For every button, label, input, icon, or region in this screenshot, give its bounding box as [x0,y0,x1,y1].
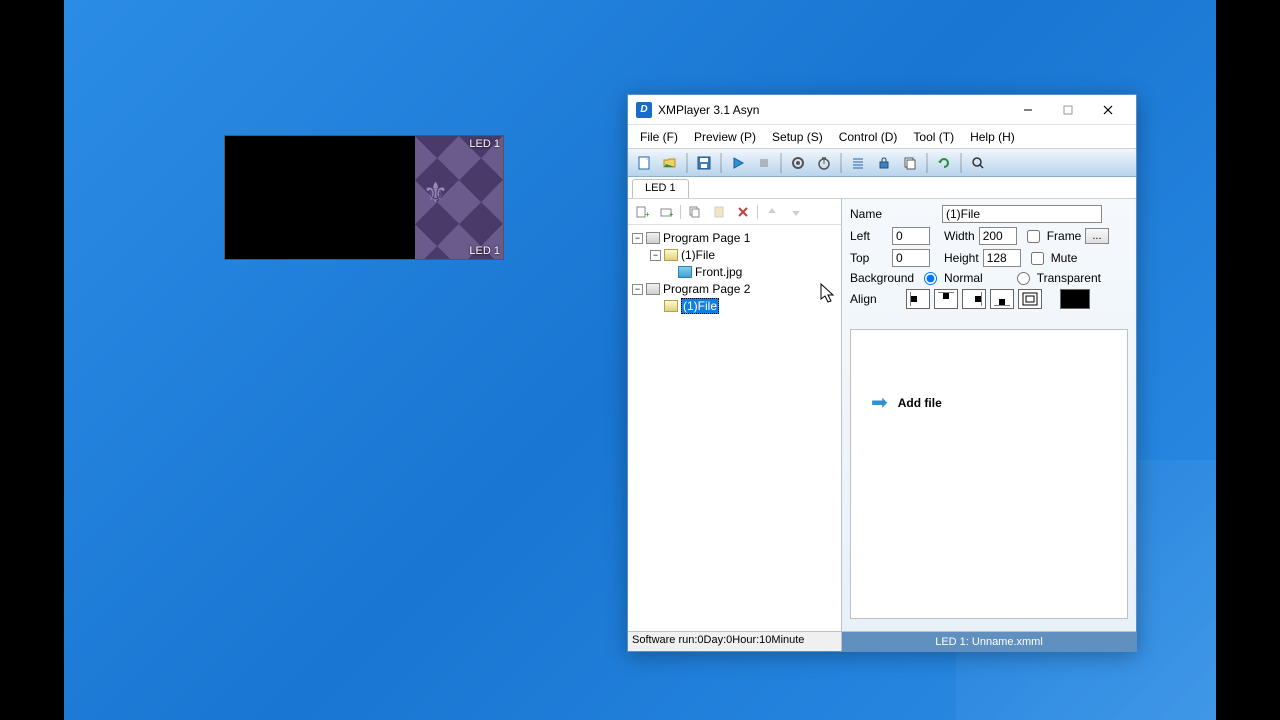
add-item-icon[interactable]: + [656,202,676,222]
delete-tree-icon[interactable] [733,202,753,222]
window-title: XMPlayer 3.1 Asyn [658,103,1008,117]
align-right-icon[interactable] [962,289,986,309]
toolbar [628,149,1136,177]
titlebar[interactable]: D XMPlayer 3.1 Asyn [628,95,1136,125]
timer-icon[interactable] [812,152,836,174]
play-icon[interactable] [726,152,750,174]
left-label: Left [850,229,888,243]
move-down-icon [786,202,806,222]
tree-node-front[interactable]: Front.jpg [632,264,837,280]
collapse-icon[interactable]: − [632,233,643,244]
frame-label: Frame [1047,229,1082,243]
folder-icon [664,249,678,261]
desktop: LED 1 LED 1 D XMPlayer 3.1 Asyn File (F)… [64,0,1216,720]
stop-icon[interactable] [752,152,776,174]
menu-preview[interactable]: Preview (P) [686,127,764,147]
tree-node-page2[interactable]: − Program Page 2 [632,281,837,297]
preview-label-bottom: LED 1 [469,245,500,257]
bg-transparent-radio[interactable] [1017,272,1030,285]
width-label: Width [944,229,975,243]
tree-label: Program Page 1 [663,231,750,245]
background-label: Background [850,271,914,285]
tree-node-file2[interactable]: (1)File [632,298,837,314]
menu-tool[interactable]: Tool (T) [905,127,962,147]
svg-text:+: + [669,210,673,219]
align-left-icon[interactable] [906,289,930,309]
tree-toolbar: + + [628,199,841,225]
arrow-right-icon: ➡ [871,390,888,415]
preview-label-top: LED 1 [469,138,500,150]
align-bottom-icon[interactable] [990,289,1014,309]
color-swatch[interactable] [1060,289,1090,309]
tree-label: Program Page 2 [663,282,750,296]
left-input[interactable] [892,227,930,245]
mute-checkbox[interactable] [1031,252,1044,265]
align-full-icon[interactable] [1018,289,1042,309]
status-file: LED 1: Unname.xmml [842,632,1136,651]
tree-node-file1[interactable]: − (1)File [632,247,837,263]
align-top-icon[interactable] [934,289,958,309]
frame-checkbox[interactable] [1027,230,1040,243]
statusbar: Software run:0Day:0Hour:10Minute LED 1: … [628,631,1136,651]
close-button[interactable] [1088,96,1128,124]
height-label: Height [944,251,979,265]
page-icon [646,283,660,295]
app-window: D XMPlayer 3.1 Asyn File (F) Preview (P)… [627,94,1137,652]
tabbar: LED 1 [628,177,1136,199]
maximize-button[interactable] [1048,96,1088,124]
collapse-icon[interactable]: − [650,250,661,261]
menu-control[interactable]: Control (D) [831,127,906,147]
name-input[interactable] [942,205,1102,223]
tree-label-selected: (1)File [681,298,719,314]
tree-label: Front.jpg [695,265,742,279]
app-icon: D [636,102,652,118]
copy-icon[interactable] [898,152,922,174]
width-input[interactable] [979,227,1017,245]
collapse-icon[interactable]: − [632,284,643,295]
open-icon[interactable] [658,152,682,174]
folder-icon [664,300,678,312]
menubar: File (F) Preview (P) Setup (S) Control (… [628,125,1136,149]
minimize-button[interactable] [1008,96,1048,124]
svg-text:+: + [645,210,649,219]
refresh-icon[interactable] [932,152,956,174]
page-icon [646,232,660,244]
gear-icon[interactable] [786,152,810,174]
browse-button[interactable]: ... [1085,228,1108,244]
bg-transparent-label: Transparent [1037,271,1101,285]
properties-pane: Name Left Width Frame ... Top [842,199,1136,631]
add-file-button[interactable]: ➡ Add file [871,390,1107,415]
status-runtime: Software run:0Day:0Hour:10Minute [628,632,842,651]
tree-label: (1)File [681,248,715,262]
top-label: Top [850,251,888,265]
image-file-icon [678,266,692,278]
bg-normal-radio[interactable] [924,272,937,285]
search-icon[interactable] [966,152,990,174]
add-file-label: Add file [898,396,942,410]
copy-tree-icon[interactable] [685,202,705,222]
preview-window[interactable]: LED 1 LED 1 [224,135,504,260]
tree-pane: + + − Program Page 1 [628,199,842,631]
add-page-icon[interactable]: + [632,202,652,222]
menu-file[interactable]: File (F) [632,127,686,147]
name-label: Name [850,207,900,221]
mute-label: Mute [1051,251,1078,265]
file-area: ➡ Add file [850,329,1128,619]
new-icon[interactable] [632,152,656,174]
align-label: Align [850,292,888,306]
tab-led1[interactable]: LED 1 [632,179,689,198]
bg-normal-label: Normal [944,271,983,285]
save-icon[interactable] [692,152,716,174]
height-input[interactable] [983,249,1021,267]
lock-icon[interactable] [872,152,896,174]
move-up-icon [762,202,782,222]
paste-tree-icon [709,202,729,222]
program-tree[interactable]: − Program Page 1 − (1)File Front.jpg [628,225,841,631]
list-icon[interactable] [846,152,870,174]
tree-node-page1[interactable]: − Program Page 1 [632,230,837,246]
menu-setup[interactable]: Setup (S) [764,127,831,147]
preview-pattern [415,136,503,259]
menu-help[interactable]: Help (H) [962,127,1023,147]
top-input[interactable] [892,249,930,267]
